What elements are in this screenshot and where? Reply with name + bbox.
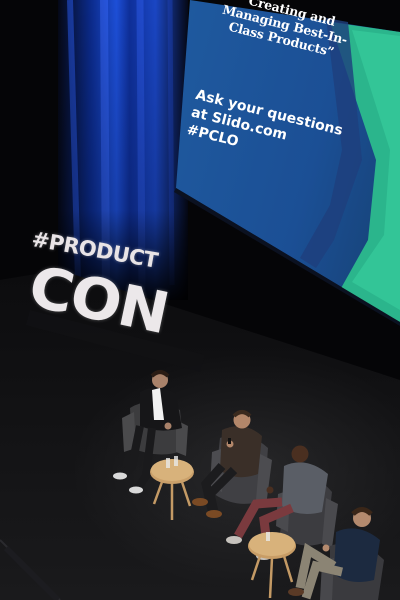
blue-curtain — [58, 0, 188, 300]
stage-scene — [0, 0, 400, 600]
